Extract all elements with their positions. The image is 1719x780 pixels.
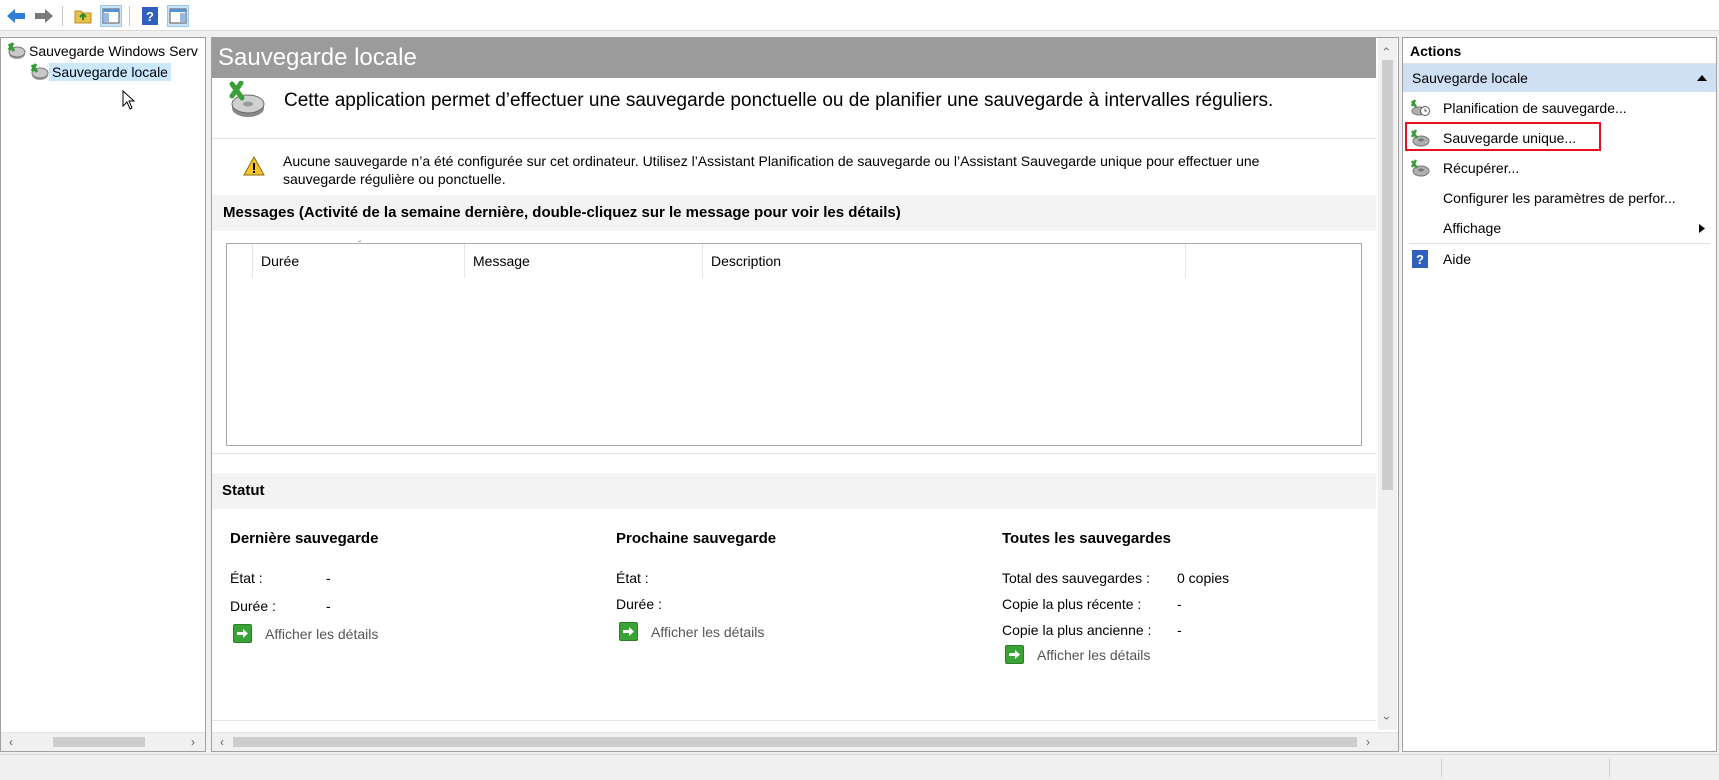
action-help[interactable]: ? Aide bbox=[1403, 245, 1716, 273]
last-backup-duration-label: Durée : bbox=[230, 598, 276, 614]
backup-app-icon bbox=[229, 81, 265, 117]
svg-text:?: ? bbox=[146, 9, 154, 24]
warning-message: Aucune sauvegarde n’a été configurée sur… bbox=[283, 152, 1259, 188]
actions-pane: Actions Sauvegarde locale Planification … bbox=[1402, 37, 1717, 752]
action-configure-performance[interactable]: Configurer les paramètres de perfor... bbox=[1403, 184, 1716, 212]
server-backup-icon bbox=[7, 42, 26, 59]
most-recent-copy-label: Copie la plus récente : bbox=[1002, 596, 1142, 612]
column-header-description[interactable]: Description bbox=[703, 244, 1186, 278]
action-label: Configurer les paramètres de perfor... bbox=[1443, 190, 1676, 206]
schedule-backup-icon bbox=[1410, 98, 1430, 118]
recover-icon bbox=[1410, 158, 1430, 178]
total-backups-label: Total des sauvegardes : bbox=[1002, 570, 1150, 586]
go-arrow-icon bbox=[233, 624, 252, 643]
scroll-left-icon[interactable]: ‹ bbox=[214, 733, 230, 751]
collapse-triangle-icon[interactable] bbox=[1696, 74, 1708, 82]
status-header: Statut bbox=[212, 473, 1376, 509]
tree-child-label: Sauvegarde locale bbox=[49, 63, 171, 81]
scroll-right-icon[interactable]: › bbox=[1360, 733, 1376, 751]
show-hide-console-tree-icon[interactable] bbox=[100, 5, 122, 27]
all-backups-details-link[interactable]: Afficher les détails bbox=[1005, 645, 1150, 664]
most-recent-copy-value: - bbox=[1177, 596, 1182, 612]
total-backups-value: 0 copies bbox=[1177, 570, 1230, 586]
last-backup-duration-value: - bbox=[326, 598, 331, 614]
local-backup-icon bbox=[30, 63, 49, 80]
status-bar bbox=[0, 754, 1719, 780]
details-link-label: Afficher les détails bbox=[265, 625, 379, 642]
show-hide-action-pane-icon[interactable] bbox=[167, 5, 189, 27]
action-label: Affichage bbox=[1443, 220, 1502, 236]
tree-item-local-backup[interactable]: Sauvegarde locale bbox=[29, 63, 171, 81]
scrollbar-thumb[interactable] bbox=[53, 737, 145, 747]
scrollbar-thumb[interactable] bbox=[233, 737, 1357, 747]
action-view[interactable]: Affichage bbox=[1403, 214, 1716, 242]
mouse-cursor-icon bbox=[122, 90, 136, 110]
scroll-down-icon[interactable]: › bbox=[1378, 710, 1396, 726]
last-backup-title: Dernière sauvegarde bbox=[230, 530, 379, 547]
action-recover[interactable]: Récupérer... bbox=[1403, 154, 1716, 182]
last-backup-state-label: État : bbox=[230, 570, 263, 586]
last-backup-details-link[interactable]: Afficher les détails bbox=[233, 624, 378, 643]
next-backup-title: Prochaine sauvegarde bbox=[616, 530, 777, 547]
messages-header: Messages (Activité de la semaine dernièr… bbox=[212, 195, 1376, 231]
back-arrow-icon[interactable] bbox=[5, 5, 27, 27]
warning-line-1: Aucune sauvegarde n’a été configurée sur… bbox=[283, 153, 1260, 169]
results-horizontal-scrollbar[interactable]: ‹ › bbox=[212, 732, 1398, 751]
highlight-box bbox=[1405, 122, 1601, 151]
last-backup-state-value: - bbox=[326, 570, 331, 586]
scroll-left-icon[interactable]: ‹ bbox=[3, 733, 19, 751]
help-icon: ? bbox=[1410, 249, 1430, 269]
up-folder-icon[interactable] bbox=[72, 5, 94, 27]
column-header-message[interactable]: Message bbox=[465, 244, 703, 278]
toolbar: ? bbox=[0, 0, 1719, 31]
go-arrow-icon bbox=[1005, 645, 1024, 664]
oldest-copy-label: Copie la plus ancienne : bbox=[1002, 622, 1152, 638]
scrollbar-thumb[interactable] bbox=[1382, 60, 1393, 490]
scroll-up-icon[interactable]: ‹ bbox=[1378, 41, 1396, 57]
go-arrow-icon bbox=[619, 622, 638, 641]
svg-text:?: ? bbox=[1416, 252, 1424, 267]
messages-table[interactable]: Durée ˇ Message Description bbox=[226, 240, 1362, 446]
forward-arrow-icon[interactable] bbox=[33, 5, 55, 27]
actions-header: Actions bbox=[1403, 38, 1716, 64]
all-backups-title: Toutes les sauvegardes bbox=[1002, 530, 1171, 547]
submenu-arrow-icon bbox=[1699, 224, 1705, 233]
action-label: Planification de sauvegarde... bbox=[1443, 100, 1627, 116]
details-link-label: Afficher les détails bbox=[1037, 646, 1151, 663]
results-pane: Sauvegarde locale Cette application perm… bbox=[211, 37, 1399, 752]
console-tree: Sauvegarde Windows Serv Sauvegarde local… bbox=[0, 37, 206, 752]
next-backup-details-link[interactable]: Afficher les détails bbox=[619, 622, 764, 641]
action-label: Récupérer... bbox=[1443, 160, 1520, 176]
actions-section-local-backup[interactable]: Sauvegarde locale bbox=[1403, 64, 1716, 92]
tree-horizontal-scrollbar[interactable]: ‹ › bbox=[1, 732, 205, 751]
next-backup-state-label: État : bbox=[616, 570, 649, 586]
warning-icon bbox=[243, 156, 265, 176]
page-title: Sauvegarde locale bbox=[212, 38, 1376, 78]
action-schedule-backup[interactable]: Planification de sauvegarde... bbox=[1403, 94, 1716, 122]
action-backup-once[interactable]: Sauvegarde unique... bbox=[1403, 122, 1716, 152]
oldest-copy-value: - bbox=[1177, 622, 1182, 638]
scroll-right-icon[interactable]: › bbox=[185, 733, 201, 751]
next-backup-duration-label: Durée : bbox=[616, 596, 662, 612]
tree-item-windows-server-backup[interactable]: Sauvegarde Windows Serv bbox=[6, 42, 201, 60]
details-link-label: Afficher les détails bbox=[651, 623, 765, 640]
actions-section-label: Sauvegarde locale bbox=[1412, 70, 1528, 86]
help-icon[interactable]: ? bbox=[139, 5, 161, 27]
warning-line-2: sauvegarde régulière ou ponctuelle. bbox=[283, 171, 506, 187]
results-vertical-scrollbar[interactable]: ‹ › bbox=[1378, 38, 1397, 730]
intro-text: Cette application permet d’effectuer une… bbox=[284, 90, 1274, 111]
tree-root-label: Sauvegarde Windows Serv bbox=[29, 43, 198, 59]
sort-indicator-icon: ˇ bbox=[358, 240, 362, 251]
action-label: Aide bbox=[1443, 251, 1472, 267]
